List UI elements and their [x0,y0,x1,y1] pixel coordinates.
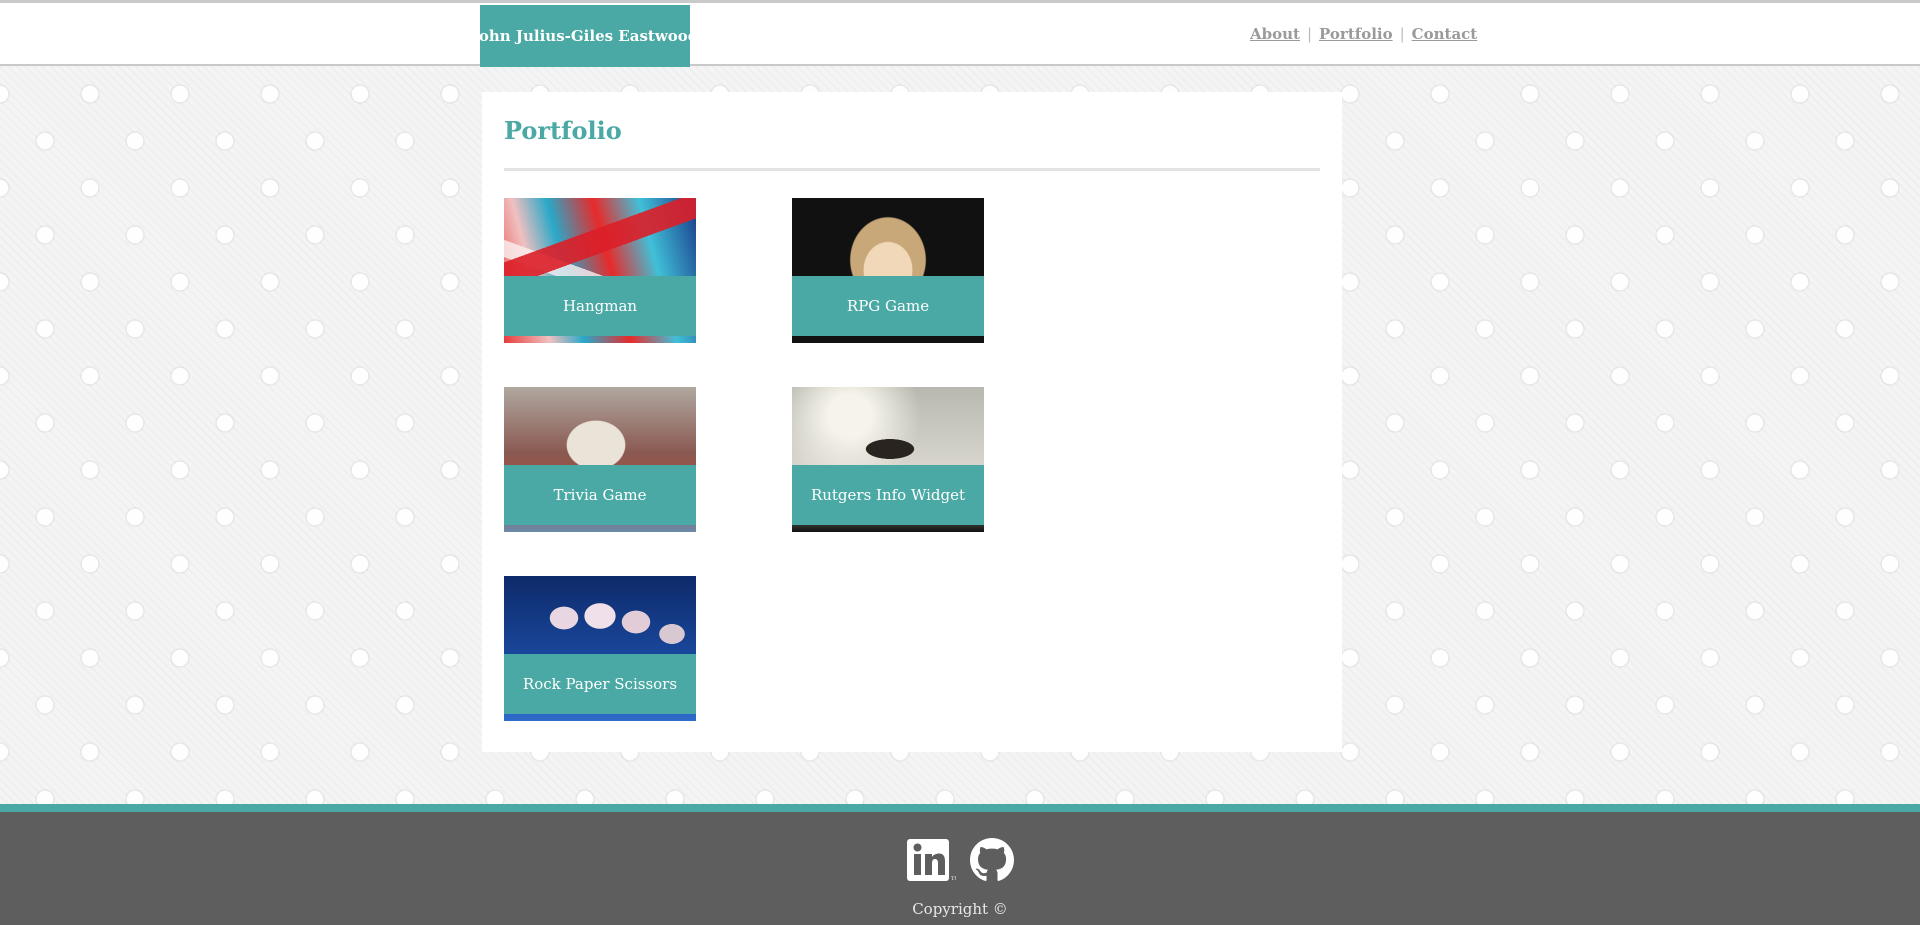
project-card-rpg-game[interactable]: RPG Game [792,198,984,343]
site-brand[interactable]: John Julius-Giles Eastwood [472,5,698,67]
portfolio-panel: Portfolio Hangman RPG Game Trivia Game R… [482,92,1342,752]
top-navbar: John Julius-Giles Eastwood About | Portf… [0,0,1920,67]
github-icon[interactable] [970,838,1014,886]
site-footer: TM Copyright © [0,812,1920,925]
nav-separator: | [1399,25,1405,43]
project-card-label: Trivia Game [504,465,696,525]
main-nav: About | Portfolio | Contact [1250,25,1477,43]
social-links: TM [906,838,1014,886]
nav-separator: | [1306,25,1313,43]
project-card-label: Rutgers Info Widget [792,465,984,525]
project-card-trivia-game[interactable]: Trivia Game [504,387,696,532]
project-card-rock-paper-scissors[interactable]: Rock Paper Scissors [504,576,696,721]
linkedin-icon[interactable]: TM [906,838,959,886]
project-card-label: RPG Game [792,276,984,336]
nav-portfolio-link[interactable]: Portfolio [1319,25,1393,43]
project-card-label: Hangman [504,276,696,336]
footer-accent-stripe [0,804,1920,812]
project-card-rutgers-info-widget[interactable]: Rutgers Info Widget [792,387,984,532]
title-divider [504,168,1320,171]
copyright-text: Copyright © [912,900,1008,918]
svg-text:TM: TM [951,876,956,882]
page-title: Portfolio [504,116,622,145]
nav-contact-link[interactable]: Contact [1412,25,1478,43]
nav-about-link[interactable]: About [1250,25,1300,43]
project-card-hangman[interactable]: Hangman [504,198,696,343]
project-card-label: Rock Paper Scissors [504,654,696,714]
